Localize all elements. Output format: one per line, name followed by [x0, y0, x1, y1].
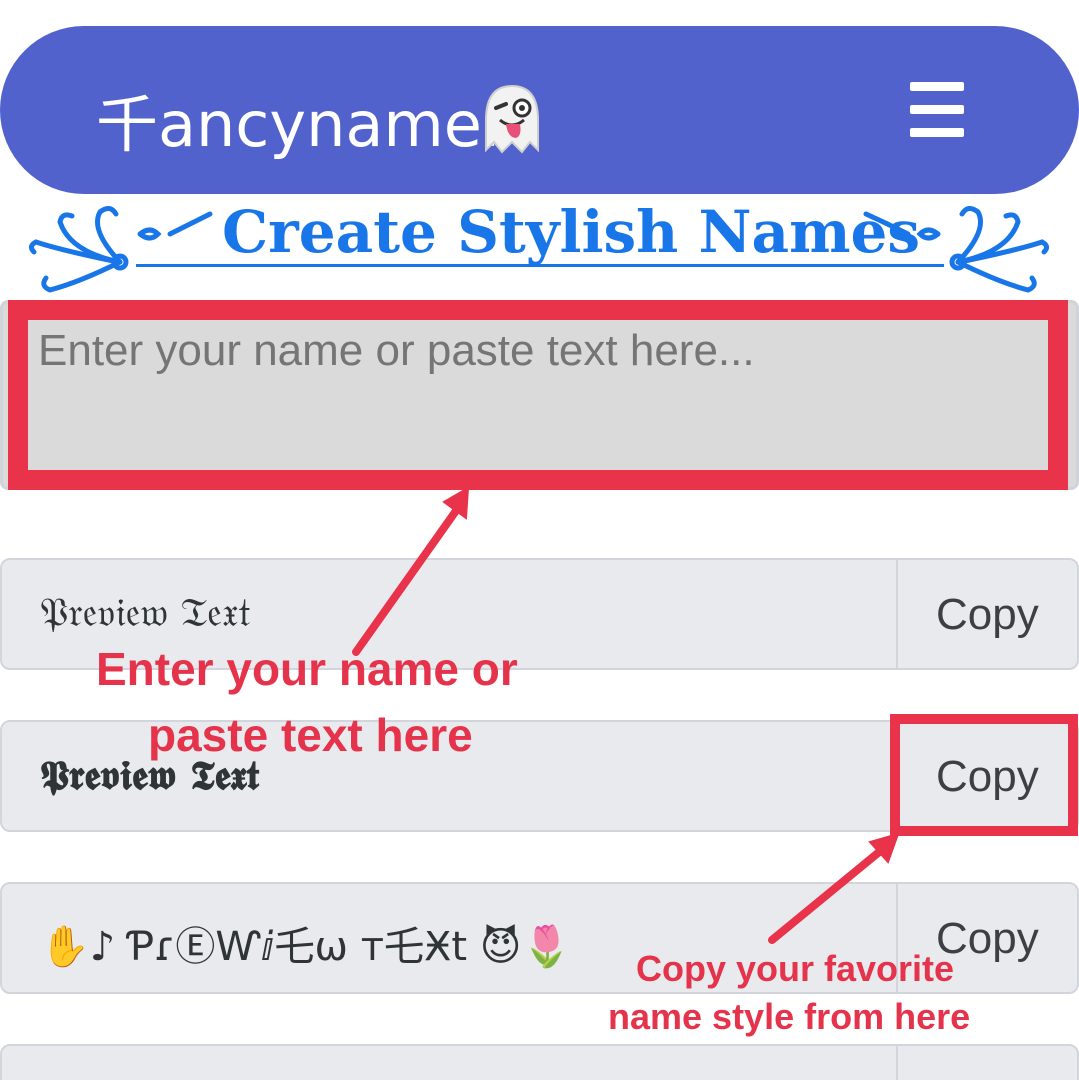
preview-text: ✋♪ ƤɾⒺⱲⅈ乇ω т乇Ӿt 😈🌷 [40, 924, 572, 970]
hamburger-menu-icon[interactable] [906, 82, 966, 138]
row-divider [896, 1046, 898, 1080]
top-navbar: 千ancynameR [0, 26, 1079, 194]
result-row [0, 1044, 1079, 1080]
row-divider [896, 560, 898, 668]
annotation-input-hint-line2: paste text here [148, 709, 473, 761]
highlight-box-copy [890, 714, 1078, 836]
annotation-copy-hint-line2: name style from here [608, 996, 971, 1037]
preview-text: 𝔓𝔯𝔢𝔳𝔦𝔢𝔴 𝔗𝔢𝔵𝔱 [40, 590, 251, 636]
page-title: Create Stylish Names [222, 198, 921, 266]
annotation-input-hint-line1: Enter your name or [96, 643, 518, 695]
ghost-emoji-icon [485, 84, 539, 154]
annotation-copy-hint-line1: Copy your favorite [636, 948, 955, 989]
highlight-box-input [8, 300, 1068, 490]
copy-button[interactable]: Copy [936, 590, 1039, 640]
brand-logo-text[interactable]: 千ancynameR [96, 74, 525, 164]
